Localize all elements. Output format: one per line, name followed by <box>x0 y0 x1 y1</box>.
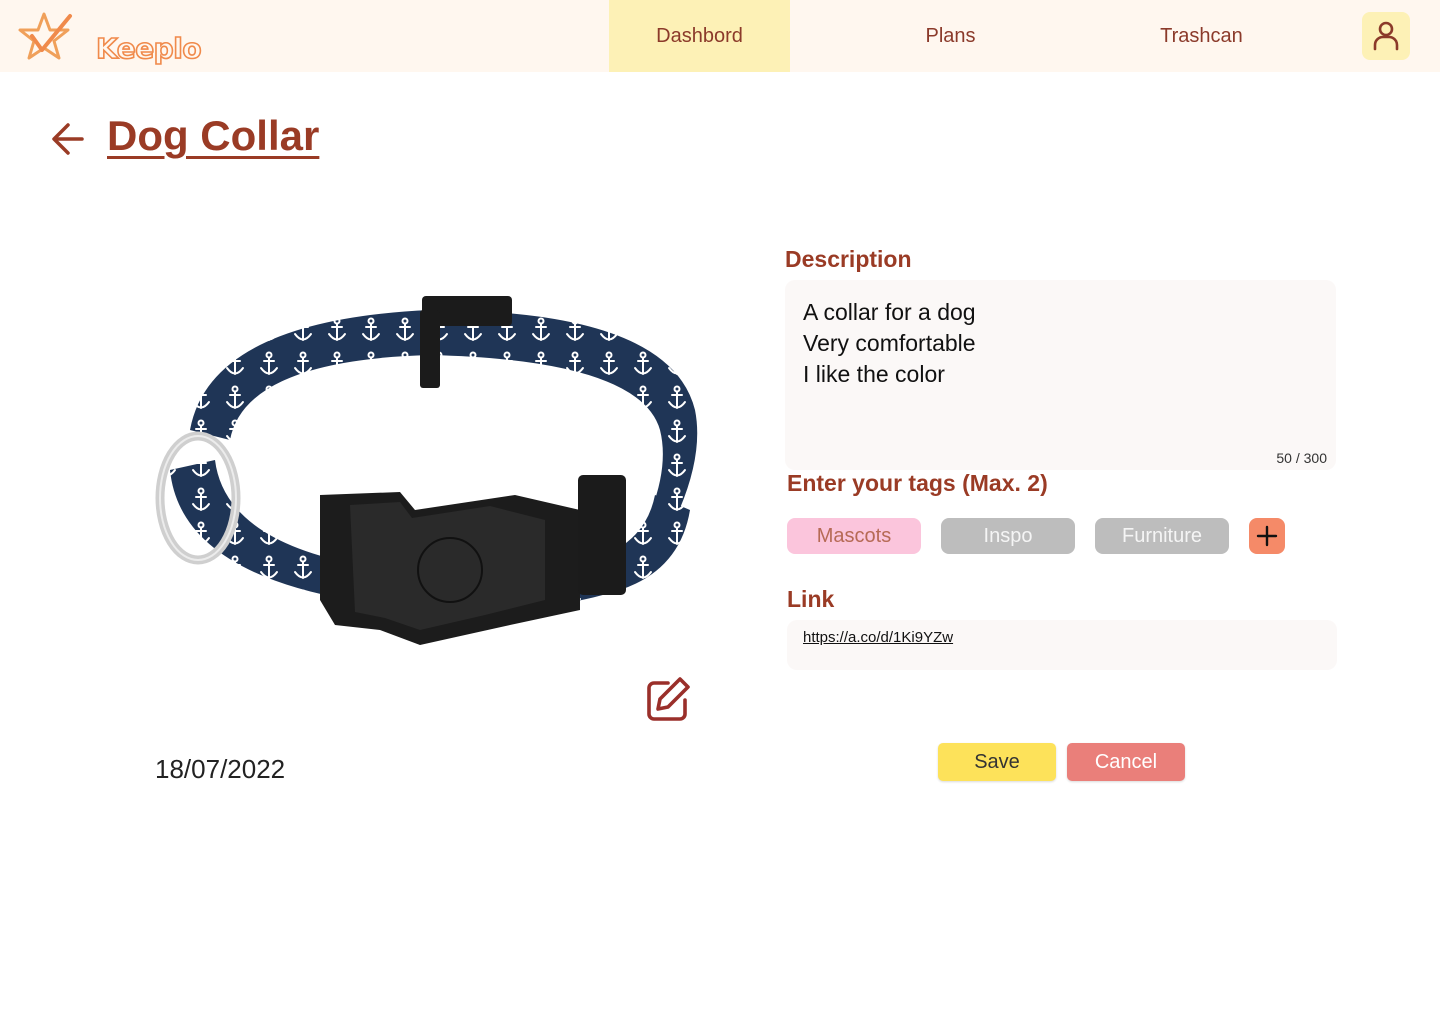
link-label: Link <box>787 586 835 612</box>
star-check-logo-icon <box>18 12 72 60</box>
top-navigation-bar: Keeplo Dashbord Plans Trashcan <box>0 0 1440 72</box>
edit-image-button[interactable] <box>642 674 694 726</box>
character-counter: 50 / 300 <box>1276 450 1327 466</box>
tag-mascots[interactable]: Mascots <box>787 518 921 554</box>
nav-item-dashboard[interactable]: Dashbord <box>609 0 790 72</box>
description-line: A collar for a dog <box>803 299 976 325</box>
back-button[interactable] <box>50 120 88 158</box>
tag-furniture[interactable]: Furniture <box>1095 518 1229 554</box>
tag-label: Inspo <box>983 524 1033 547</box>
app-logo[interactable]: Keeplo <box>18 10 202 66</box>
save-button-label: Save <box>974 750 1020 773</box>
link-url[interactable]: https://a.co/d/1Ki9YZw <box>803 629 953 646</box>
description-line: I like the color <box>803 361 945 387</box>
tag-inspo[interactable]: Inspo <box>941 518 1075 554</box>
page-title[interactable]: Dog Collar <box>107 112 319 160</box>
cancel-button[interactable]: Cancel <box>1067 743 1185 781</box>
nav-item-label: Trashcan <box>1160 24 1243 47</box>
app-name: Keeplo <box>95 31 202 66</box>
tag-label: Furniture <box>1121 524 1203 547</box>
add-tag-button[interactable] <box>1249 518 1285 554</box>
arrow-left-icon <box>52 123 84 155</box>
nav-item-label: Plans <box>925 24 976 47</box>
tag-label: Mascots <box>816 524 892 547</box>
dog-collar-illustration <box>155 296 698 645</box>
nav-item-label: Dashbord <box>656 24 743 47</box>
plus-icon <box>1256 525 1278 547</box>
save-button[interactable]: Save <box>938 743 1056 781</box>
link-field[interactable]: https://a.co/d/1Ki9YZw <box>787 620 1337 670</box>
nav-item-plans[interactable]: Plans <box>860 0 1041 72</box>
cancel-button-label: Cancel <box>1094 750 1158 773</box>
description-label: Description <box>785 246 912 272</box>
product-image <box>150 280 710 660</box>
description-textarea[interactable]: A collar for a dog Very comfortable I li… <box>785 280 1336 470</box>
description-text: A collar for a dog Very comfortable I li… <box>803 297 976 390</box>
edit-icon <box>647 677 690 721</box>
tags-label: Enter your tags (Max. 2) <box>787 470 1048 496</box>
nav-item-trashcan[interactable]: Trashcan <box>1111 0 1292 72</box>
user-icon <box>1373 21 1399 51</box>
description-line: Very comfortable <box>803 330 976 356</box>
created-date: 18/07/2022 <box>155 754 286 784</box>
user-profile-button[interactable] <box>1362 12 1410 60</box>
